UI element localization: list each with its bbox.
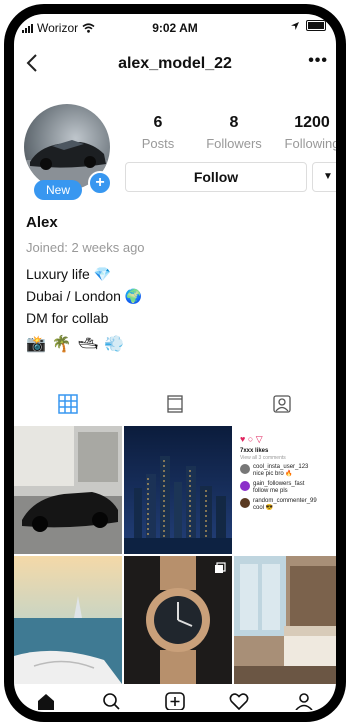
more-options-icon[interactable]: •••	[308, 52, 328, 70]
post-thumbnail[interactable]	[14, 556, 122, 684]
bio-emojis: 📸 🌴 🛥 💨	[26, 334, 124, 354]
post-likes: 7xxx likes	[240, 448, 269, 454]
following-label: Following	[284, 136, 336, 151]
avatar	[240, 481, 250, 491]
post-thumbnail[interactable]	[124, 426, 232, 554]
heart-icon: ♥ ○ ▽	[240, 434, 263, 444]
post-thumbnail[interactable]: ♥ ○ ▽ 7xxx likes View all 3 comments coo…	[234, 426, 336, 554]
new-badge: New	[34, 180, 82, 200]
followers-count: 8	[229, 114, 239, 131]
ship-emoji: 🛥	[77, 336, 99, 353]
profile-icon[interactable]	[294, 692, 314, 710]
posts-label: Posts	[141, 136, 175, 151]
screen: Worizor 9:02 AM alex_model_22 ••• New + …	[14, 14, 336, 712]
add-story-button[interactable]: +	[88, 171, 112, 195]
reels-icon[interactable]	[165, 394, 185, 414]
comment-item: gain_followers_fast follow me pls	[240, 481, 336, 495]
avatar	[240, 498, 250, 508]
status-bar: Worizor 9:02 AM	[14, 14, 336, 42]
bio-line-3: DM for collab	[26, 310, 109, 326]
search-icon[interactable]	[101, 692, 121, 710]
post-screenshot: ♥ ○ ▽ 7xxx likes View all 3 comments coo…	[240, 434, 336, 512]
dash-emoji: 💨	[104, 336, 125, 353]
follow-button[interactable]: Follow	[125, 162, 307, 192]
joined-text: Joined: 2 weeks ago	[26, 240, 145, 255]
heart-icon[interactable]	[229, 692, 249, 710]
camera-emoji: 📸	[26, 336, 46, 353]
comment-item: random_commenter_99 cool 😎	[240, 498, 336, 512]
caret-down-icon: ▼	[323, 171, 333, 182]
view-comments: View all 3 comments	[240, 455, 286, 461]
phone-frame: Worizor 9:02 AM alex_model_22 ••• New + …	[4, 4, 346, 722]
post-thumbnail[interactable]	[234, 556, 336, 684]
comment-item: cool_insta_user_123 nice pic bro 🔥	[240, 464, 336, 478]
post-car-image	[14, 426, 122, 554]
comment-text: nice pic bro 🔥	[253, 471, 293, 477]
multiple-photos-icon	[215, 562, 226, 573]
posts-count: 6	[153, 114, 163, 131]
stat-posts[interactable]: 6 Posts	[134, 114, 182, 151]
comment-text: follow me pls	[253, 488, 288, 494]
bio-line-2: Dubai / London 🌍	[26, 288, 143, 304]
new-post-icon[interactable]	[165, 692, 185, 710]
username-title: alex_model_22	[118, 55, 232, 72]
status-right	[290, 20, 326, 31]
post-city-image	[124, 426, 232, 554]
comment-user: cool_insta_user_123	[253, 464, 309, 470]
profile-name: Alex	[26, 214, 58, 231]
avatar	[240, 464, 250, 474]
followers-label: Followers	[206, 136, 262, 151]
tagged-icon[interactable]	[272, 394, 292, 414]
comment-user: random_commenter_99	[253, 498, 317, 504]
post-thumbnail[interactable]	[124, 556, 232, 684]
comment-text: cool 😎	[253, 505, 274, 511]
status-time: 9:02 AM	[152, 21, 198, 35]
profile-tabs	[14, 386, 336, 422]
location-arrow-icon	[291, 21, 299, 30]
profile-header: alex_model_22 •••	[14, 46, 336, 82]
battery-icon	[306, 20, 326, 31]
grid-icon[interactable]	[57, 394, 78, 414]
post-thumbnail[interactable]	[14, 426, 122, 554]
palm-emoji: 🌴	[51, 336, 72, 353]
posts-grid: ♥ ○ ▽ 7xxx likes View all 3 comments coo…	[14, 426, 336, 684]
post-hotel-room-image	[234, 556, 336, 684]
comment-user: gain_followers_fast	[253, 481, 305, 487]
home-icon[interactable]	[36, 692, 56, 710]
stat-following[interactable]: 1200 Following	[282, 114, 336, 151]
suggestions-dropdown[interactable]: ▼	[312, 162, 336, 192]
bottom-nav	[14, 682, 336, 712]
post-watch-image	[124, 556, 232, 684]
stat-followers[interactable]: 8 Followers	[202, 114, 266, 151]
post-yacht-image	[14, 556, 122, 684]
bio-line-1: Luxury life 💎	[26, 266, 112, 282]
following-count: 1200	[294, 114, 330, 131]
